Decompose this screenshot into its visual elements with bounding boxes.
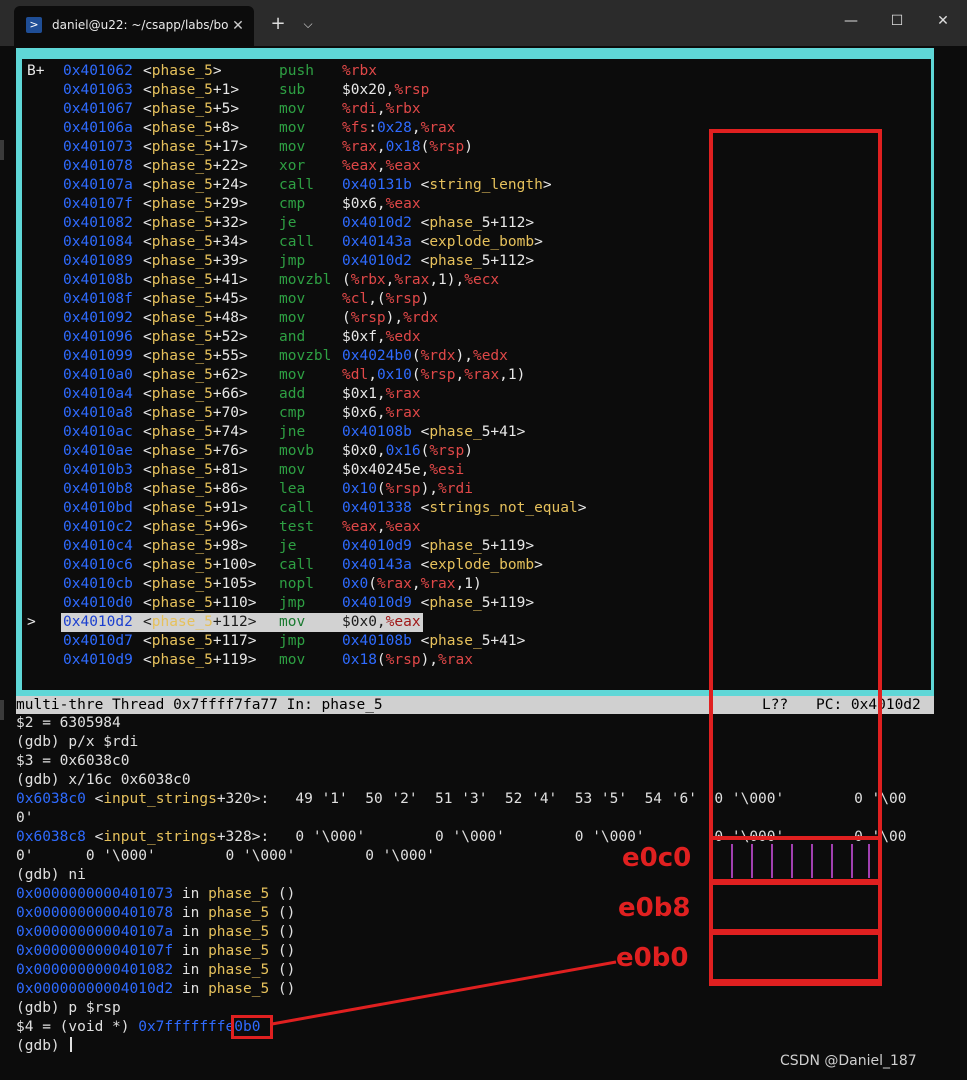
- watermark: CSDN @Daniel_187: [780, 1053, 917, 1069]
- annotation-arrow: [271, 960, 617, 1026]
